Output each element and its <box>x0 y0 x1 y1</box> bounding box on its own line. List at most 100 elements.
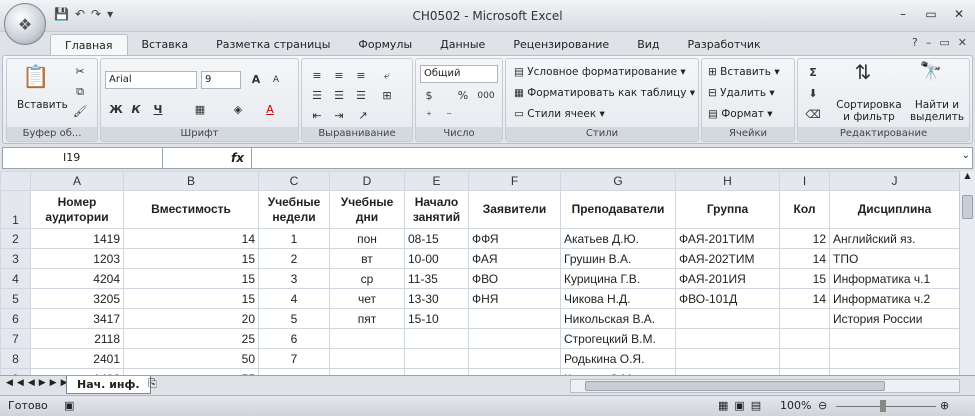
data-cell[interactable]: 15 <box>779 268 830 289</box>
tab-formulas[interactable]: Формулы <box>344 34 426 56</box>
align-bottom-icon[interactable]: ≡ <box>352 67 370 85</box>
data-cell[interactable]: ФФЯ <box>468 228 561 249</box>
data-cell[interactable]: 4204 <box>30 268 124 289</box>
format-as-table-button[interactable]: ▦ Форматировать как таблицу ▾ <box>514 87 695 99</box>
column-title-cell[interactable]: Вместимость <box>123 190 259 229</box>
column-header-i[interactable]: I <box>779 171 830 191</box>
column-header-c[interactable]: C <box>258 171 330 191</box>
data-cell[interactable]: 15 <box>123 268 259 289</box>
data-cell[interactable] <box>468 308 561 329</box>
data-cell[interactable]: Чикова Н.Д. <box>560 288 676 309</box>
scroll-up-icon[interactable]: ▲ <box>960 171 975 180</box>
data-cell[interactable]: 5 <box>258 308 330 329</box>
data-cell[interactable] <box>329 328 405 349</box>
find-select-icon[interactable]: 🔭 <box>916 63 946 89</box>
data-cell[interactable]: 10-00 <box>404 248 469 269</box>
data-cell[interactable]: 1 <box>258 228 330 249</box>
align-middle-icon[interactable]: ≡ <box>330 67 348 85</box>
data-cell[interactable]: 1419 <box>30 228 124 249</box>
column-header-f[interactable]: F <box>468 171 561 191</box>
column-title-cell[interactable]: Учебные дни <box>329 190 405 229</box>
column-header-j[interactable]: J <box>829 171 960 191</box>
select-all-corner[interactable] <box>0 171 31 191</box>
column-title-cell[interactable]: Учебные недели <box>258 190 330 229</box>
data-cell[interactable]: ФАЯ-201ИЯ <box>675 268 780 289</box>
data-cell[interactable]: ФВО-101Д <box>675 288 780 309</box>
row-header[interactable]: 5 <box>0 288 31 309</box>
close-button[interactable]: ✕ <box>947 5 971 23</box>
paste-button[interactable]: Вставить <box>17 99 68 111</box>
data-cell[interactable]: ФВО <box>468 268 561 289</box>
name-box[interactable]: I19 <box>3 148 163 168</box>
font-color-button[interactable]: A <box>261 101 279 119</box>
decrease-indent-icon[interactable]: ⇤ <box>308 107 326 125</box>
grow-font-button[interactable]: A <box>247 71 265 89</box>
tab-data[interactable]: Данные <box>426 34 499 56</box>
data-cell[interactable]: ФНЯ <box>468 288 561 309</box>
vertical-scroll-thumb[interactable] <box>962 195 973 219</box>
column-header-a[interactable]: A <box>30 171 124 191</box>
row-header[interactable]: 2 <box>0 228 31 249</box>
conditional-formatting-button[interactable]: ▤ Условное форматирование ▾ <box>514 66 686 78</box>
data-cell[interactable]: 2118 <box>30 328 124 349</box>
data-cell[interactable]: 12 <box>779 228 830 249</box>
formula-input[interactable] <box>251 148 954 168</box>
data-cell[interactable]: ФАЯ <box>468 248 561 269</box>
column-title-cell[interactable]: Преподаватели <box>560 190 676 229</box>
ribbon-minimize-icon[interactable]: – <box>926 36 932 49</box>
row-header[interactable]: 4 <box>0 268 31 289</box>
data-cell[interactable] <box>829 348 960 369</box>
cut-icon[interactable]: ✂ <box>71 63 89 81</box>
tab-home[interactable]: Главная <box>50 34 128 56</box>
data-cell[interactable]: ТПО <box>829 248 960 269</box>
tab-insert[interactable]: Вставка <box>128 34 203 56</box>
horizontal-scroll-thumb[interactable] <box>585 381 885 391</box>
copy-icon[interactable]: ⧉ <box>71 83 89 101</box>
fx-button[interactable]: fx <box>231 148 244 168</box>
workbook-close-icon[interactable]: ✕ <box>958 36 967 49</box>
align-top-icon[interactable]: ≡ <box>308 67 326 85</box>
data-cell[interactable] <box>329 348 405 369</box>
orientation-icon[interactable]: ↗ <box>354 107 372 125</box>
data-cell[interactable]: 3417 <box>30 308 124 329</box>
data-cell[interactable]: 15-10 <box>404 308 469 329</box>
autosum-button[interactable]: Σ <box>804 64 822 82</box>
row-header[interactable]: 6 <box>0 308 31 329</box>
row-header[interactable]: 8 <box>0 348 31 369</box>
italic-button[interactable]: К <box>127 101 145 119</box>
view-buttons[interactable]: ▦▣▤ <box>718 399 767 412</box>
format-cells-button[interactable]: ▤ Формат ▾ <box>708 108 772 120</box>
data-cell[interactable] <box>829 328 960 349</box>
data-cell[interactable]: 14 <box>123 228 259 249</box>
tab-review[interactable]: Рецензирование <box>499 34 623 56</box>
sheet-tab-active[interactable]: Нач. инф. <box>66 376 151 394</box>
data-cell[interactable]: вт <box>329 248 405 269</box>
data-cell[interactable] <box>675 308 780 329</box>
data-cell[interactable]: Родькина О.Я. <box>560 348 676 369</box>
data-cell[interactable]: 3 <box>258 268 330 289</box>
data-cell[interactable]: 2401 <box>30 348 124 369</box>
data-cell[interactable]: 25 <box>123 328 259 349</box>
maximize-button[interactable]: ▭ <box>919 5 943 23</box>
borders-icon[interactable]: ▦ <box>191 101 209 119</box>
data-cell[interactable]: 4 <box>258 288 330 309</box>
data-cell[interactable] <box>468 348 561 369</box>
help-icon[interactable]: ? <box>912 36 918 49</box>
data-cell[interactable]: Акатьев Д.Ю. <box>560 228 676 249</box>
bold-button[interactable]: Ж <box>107 101 125 119</box>
column-title-cell[interactable]: Группа <box>675 190 780 229</box>
data-cell[interactable]: Строгецкий В.М. <box>560 328 676 349</box>
data-cell[interactable]: Английский яз. <box>829 228 960 249</box>
column-title-cell[interactable]: Начало занятий <box>404 190 469 229</box>
zoom-slider[interactable] <box>836 406 936 407</box>
data-cell[interactable]: 15 <box>123 248 259 269</box>
ribbon-restore-icon[interactable]: ▭ <box>939 36 949 49</box>
find-select-button[interactable]: Найти и выделить <box>906 99 968 123</box>
sheet-nav-icons[interactable]: ◀◀◀▶▶▶ <box>6 378 72 388</box>
column-header-d[interactable]: D <box>329 171 405 191</box>
column-header-g[interactable]: G <box>560 171 676 191</box>
delete-cells-button[interactable]: ⊟ Удалить ▾ <box>708 87 775 99</box>
expand-formula-icon[interactable]: ⌄ <box>962 150 970 161</box>
data-cell[interactable]: 50 <box>123 348 259 369</box>
data-cell[interactable]: 14 <box>779 248 830 269</box>
